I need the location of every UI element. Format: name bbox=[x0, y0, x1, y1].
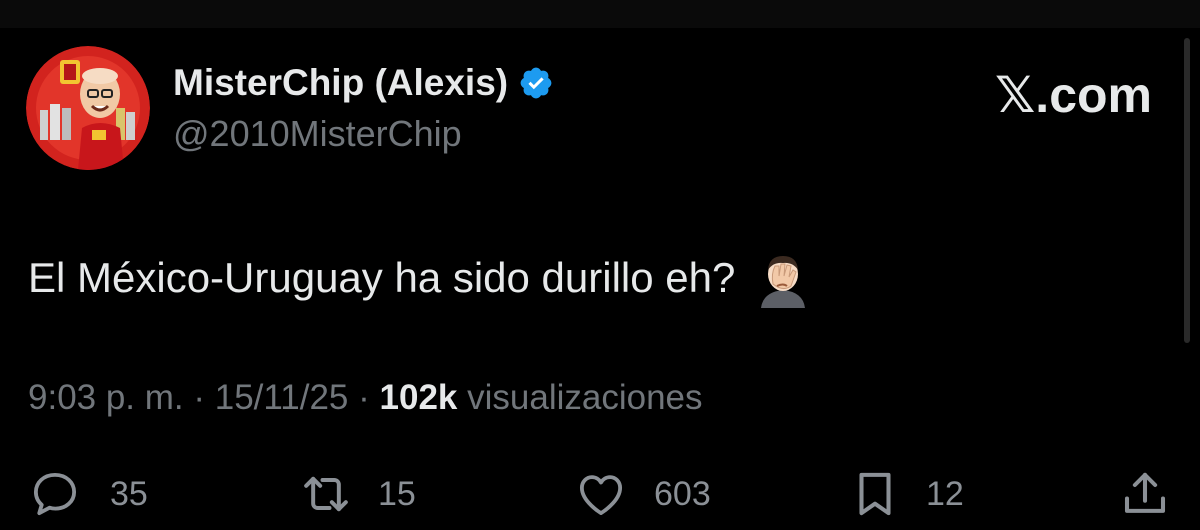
bookmark-button[interactable]: 12 bbox=[848, 462, 964, 526]
post-meta: 9:03 p. m. · 15/11/25 · 102k visualizaci… bbox=[28, 378, 703, 418]
post-date[interactable]: 15/11/25 bbox=[215, 378, 349, 417]
bookmark-icon bbox=[848, 465, 902, 523]
post-text-row: El México-Uruguay ha sido durillo eh? bbox=[28, 248, 813, 308]
post-time[interactable]: 9:03 p. m. bbox=[28, 378, 184, 417]
bookmark-count: 12 bbox=[926, 474, 964, 513]
top-bar bbox=[0, 0, 1200, 28]
share-icon bbox=[1118, 466, 1172, 522]
like-icon bbox=[574, 467, 628, 521]
display-name-row[interactable]: MisterChip (Alexis) bbox=[173, 62, 554, 104]
share-button[interactable] bbox=[1118, 462, 1172, 526]
like-count: 603 bbox=[654, 474, 711, 513]
brand-label: 𝕏.com bbox=[995, 67, 1152, 123]
avatar[interactable] bbox=[26, 46, 150, 170]
views-label: visualizaciones bbox=[457, 378, 703, 417]
avatar-image bbox=[26, 46, 150, 170]
repost-button[interactable]: 15 bbox=[298, 462, 416, 526]
reply-count: 35 bbox=[110, 474, 148, 513]
face-palm-emoji-icon bbox=[753, 248, 813, 308]
user-handle[interactable]: @2010MisterChip bbox=[173, 113, 462, 155]
views-count: 102k bbox=[379, 378, 458, 417]
action-bar: 35 15 603 12 bbox=[0, 462, 1200, 526]
repost-icon bbox=[298, 466, 354, 522]
post-text: El México-Uruguay ha sido durillo eh? bbox=[28, 254, 736, 301]
verified-badge-icon bbox=[518, 65, 554, 101]
repost-count: 15 bbox=[378, 474, 416, 513]
like-button[interactable]: 603 bbox=[574, 462, 711, 526]
reply-icon bbox=[28, 467, 82, 521]
display-name[interactable]: MisterChip (Alexis) bbox=[173, 62, 508, 104]
meta-separator: · bbox=[348, 378, 380, 417]
scrollbar[interactable] bbox=[1184, 38, 1190, 343]
reply-button[interactable]: 35 bbox=[28, 462, 148, 526]
meta-separator: · bbox=[183, 378, 215, 417]
